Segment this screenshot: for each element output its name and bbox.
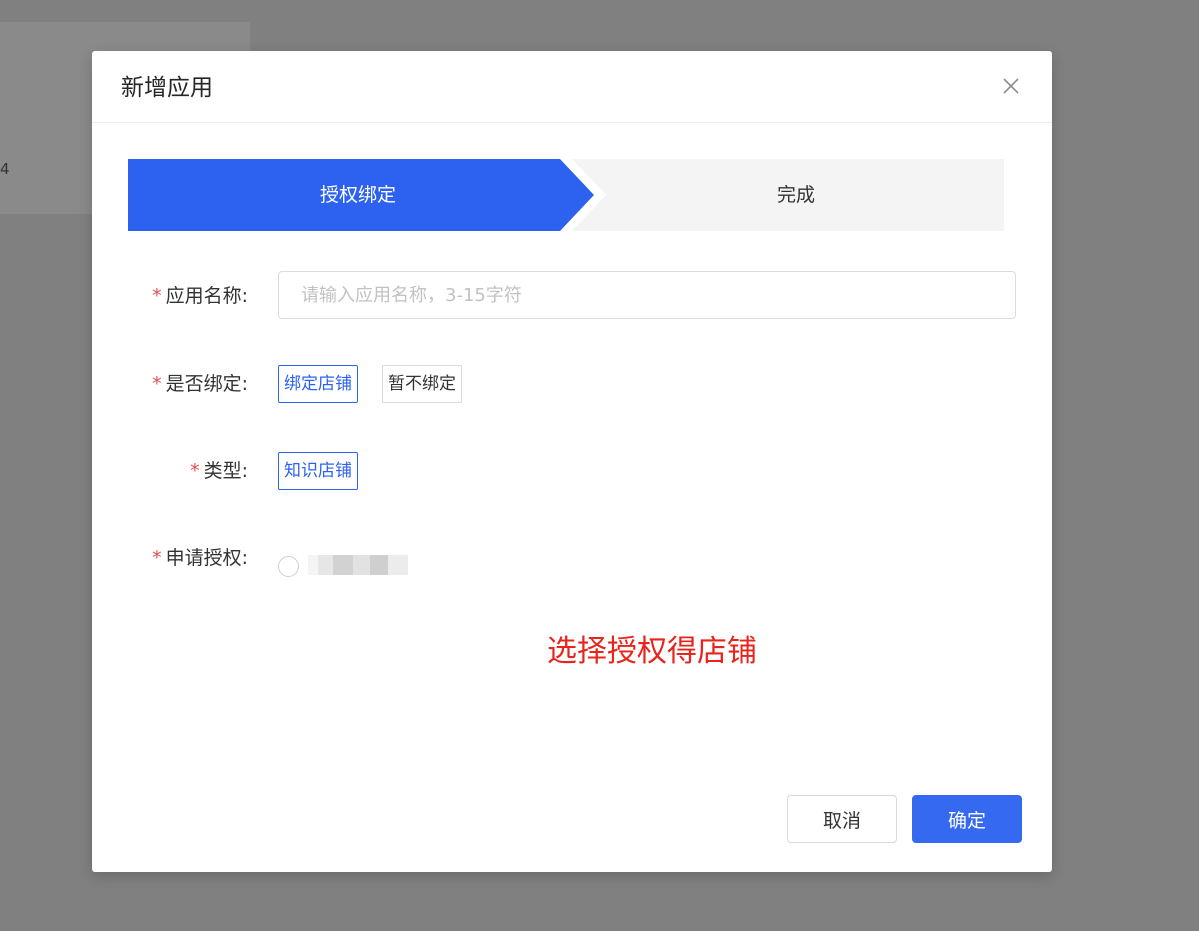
modal-title: 新增应用 [121,75,213,101]
annotation-text: 选择授权得店铺 [547,634,757,669]
background-text-fragment: 4 [0,160,10,178]
required-mark: * [152,547,162,569]
steps-bar: 授权绑定 完成 [128,159,1004,231]
knowledge-store-option[interactable]: 知识店铺 [278,452,358,490]
type-label: * 类型: [190,460,248,482]
bind-store-option[interactable]: 绑定店铺 [278,365,358,403]
authorize-label: * 申请授权: [152,547,248,569]
step-authorize-bind: 授权绑定 [319,184,396,206]
bind-label: * 是否绑定: [152,373,248,395]
required-mark: * [152,285,162,307]
app-name-input[interactable] [278,271,1016,319]
app-name-label: * 应用名称: [152,285,248,307]
required-mark: * [190,460,200,482]
confirm-button[interactable]: 确定 [912,795,1022,843]
add-app-modal: 新增应用 授权绑定 完成 *应用名称: *是否绑定: 绑定店铺 暂不绑定 *类型… [92,51,1052,872]
no-bind-option[interactable]: 暂不绑定 [382,365,462,403]
step-complete: 完成 [776,184,815,206]
modal-header: 新增应用 [92,51,1052,123]
cancel-button[interactable]: 取消 [787,795,897,843]
blurred-store-name [308,555,408,575]
close-icon[interactable] [1000,75,1022,97]
store-radio[interactable] [278,556,299,577]
required-mark: * [152,373,162,395]
